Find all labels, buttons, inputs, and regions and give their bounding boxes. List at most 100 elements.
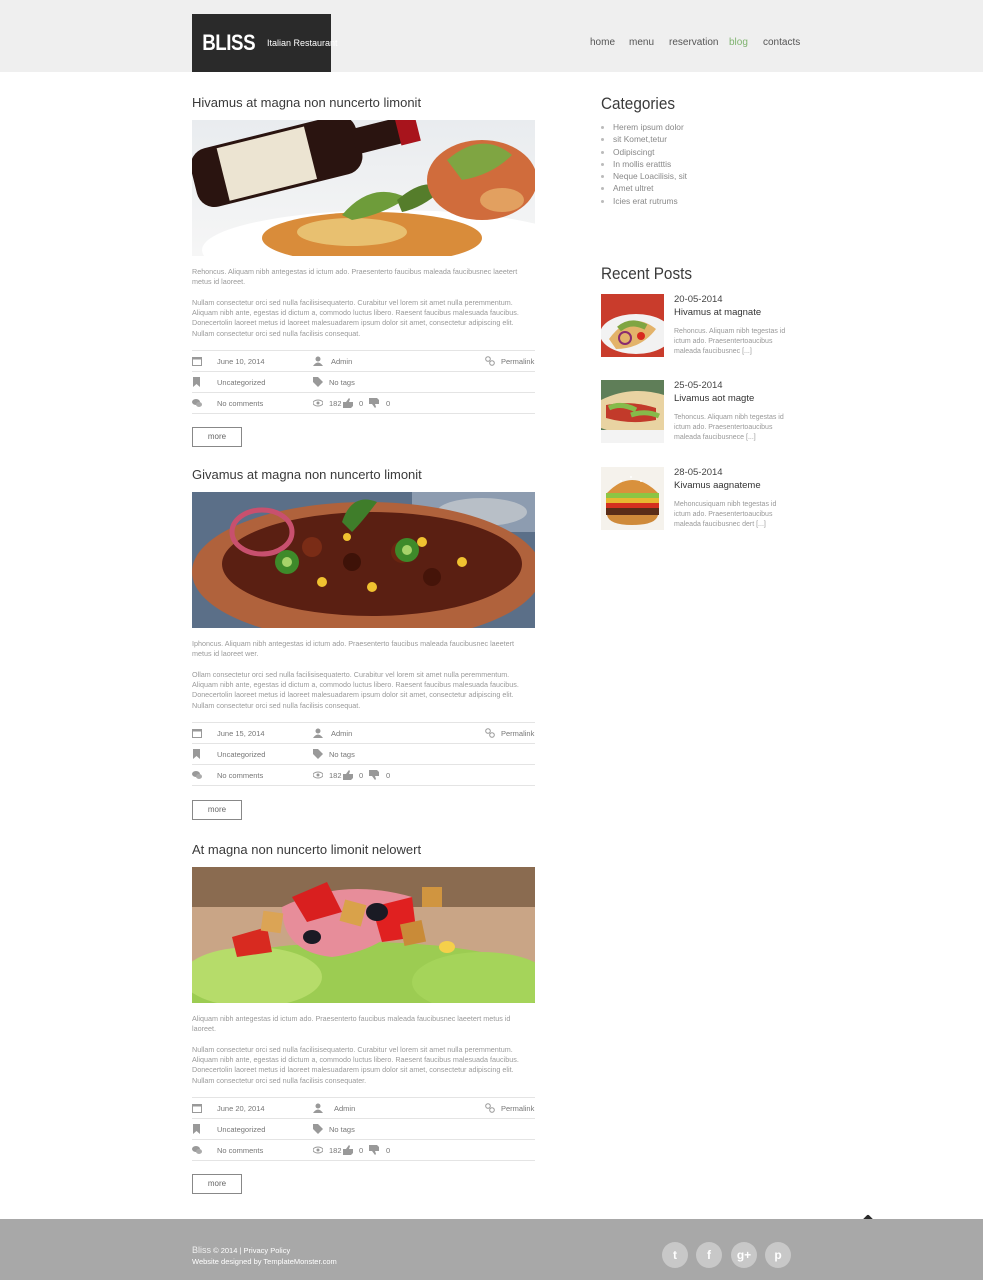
category-item[interactable]: Herem ipsum dolor	[601, 121, 791, 133]
category-item[interactable]: In mollis eratttis	[601, 158, 791, 170]
thumbs-up-icon[interactable]	[343, 398, 353, 408]
post-views: 182	[329, 771, 342, 780]
post-image-chili[interactable]	[192, 492, 535, 628]
post-excerpt-body: Nullam consectetur orci sed nulla facili…	[192, 298, 519, 338]
recent-post-thumb-wrap[interactable]	[601, 294, 664, 357]
more-button[interactable]: more	[192, 1174, 242, 1194]
post-permalink[interactable]: Permalink	[501, 357, 534, 366]
thumbs-down-icon[interactable]	[369, 398, 379, 408]
post-date: June 20, 2014	[217, 1104, 265, 1113]
post-author[interactable]: Admin	[331, 729, 352, 738]
post-author[interactable]: Admin	[334, 1104, 355, 1113]
post-title[interactable]: Givamus at magna non nuncerto limonit	[192, 467, 535, 482]
category-item[interactable]: Icies erat rutrums	[601, 195, 791, 207]
post-author[interactable]: Admin	[331, 357, 352, 366]
comments-icon	[192, 1146, 202, 1154]
category-item[interactable]: sit Komet,tetur	[601, 133, 791, 145]
post-comments[interactable]: No comments	[217, 399, 263, 408]
tag-icon	[313, 377, 323, 387]
thumbs-down-icon[interactable]	[369, 770, 379, 780]
eye-icon	[313, 771, 323, 779]
post-comments[interactable]: No comments	[217, 771, 263, 780]
footer-designer-credit[interactable]: Website designed by TemplateMonster.com	[192, 1257, 337, 1266]
privacy-policy-link[interactable]: Privacy Policy	[244, 1246, 291, 1255]
post-permalink[interactable]: Permalink	[501, 1104, 534, 1113]
recent-post[interactable]: 25-05-2014 Livamus aot magte Tehoncus. A…	[601, 380, 796, 444]
meta-row-date: June 20, 2014 Admin Permalink	[192, 1098, 535, 1119]
post-permalink[interactable]: Permalink	[501, 729, 534, 738]
category-item[interactable]: Amet ultret	[601, 182, 791, 194]
recent-post[interactable]: 28-05-2014 Kivamus aagnateme Mehoncusiqu…	[601, 467, 796, 531]
category-item[interactable]: Neque Loacilisis, sit	[601, 170, 791, 182]
facebook-icon[interactable]: f	[696, 1242, 722, 1268]
blog-post: Hivamus at magna non nuncerto limonit Re…	[192, 95, 535, 450]
more-button[interactable]: more	[192, 427, 242, 447]
logo-name: BLISS	[202, 30, 256, 55]
logo-tagline: Italian Restaurant	[267, 38, 338, 48]
post-likes: 0	[359, 399, 364, 408]
link-icon	[485, 728, 495, 738]
recent-post-date: 20-05-2014	[674, 294, 723, 305]
post-tags: No tags	[329, 1125, 355, 1134]
comments-icon	[192, 399, 202, 407]
footer-copyright: Bliss © 2014 | Privacy Policy	[192, 1245, 290, 1255]
tag-icon	[313, 749, 323, 759]
post-likes: 0	[359, 771, 364, 780]
meta-row-date: June 10, 2014 Admin Permalink	[192, 351, 535, 372]
google-plus-icon[interactable]: g+	[731, 1242, 757, 1268]
post-image-pasta[interactable]	[192, 120, 535, 256]
meta-row-category: Uncategorized No tags	[192, 372, 535, 393]
post-meta: June 20, 2014 Admin Permalink Uncategori…	[192, 1097, 535, 1161]
recent-post-excerpt: Tehoncus. Aliquam nibh tegestas id ictum…	[674, 414, 784, 441]
meta-row-date: June 15, 2014 Admin Permalink	[192, 723, 535, 744]
post-date: June 15, 2014	[217, 729, 265, 738]
nav-menu[interactable]: menu	[629, 37, 654, 48]
recent-post-excerpt: Rehoncus. Aliquam nibh tegestas id ictum…	[674, 328, 786, 355]
nav-reservation[interactable]: reservation	[669, 37, 718, 48]
calendar-icon	[192, 357, 202, 366]
twitter-icon[interactable]: t	[662, 1242, 688, 1268]
recent-post[interactable]: 20-05-2014 Hivamus at magnate Rehoncus. …	[601, 294, 796, 358]
post-category[interactable]: Uncategorized	[217, 378, 265, 387]
post-comments[interactable]: No comments	[217, 1146, 263, 1155]
categories-heading: Categories	[601, 94, 675, 113]
recent-post-title[interactable]: Kivamus aagnateme	[674, 480, 761, 491]
logo[interactable]: BLISS Italian Restaurant	[192, 14, 338, 72]
recent-post-date: 25-05-2014	[674, 380, 723, 391]
post-views: 182	[329, 1146, 342, 1155]
recent-post-thumb-burger[interactable]	[601, 467, 664, 530]
user-icon	[313, 356, 323, 366]
recent-post-title[interactable]: Livamus aot magte	[674, 393, 754, 404]
blog-post: At magna non nuncerto limonit nelowert A…	[192, 842, 535, 1197]
nav-contacts[interactable]: contacts	[763, 37, 800, 48]
post-meta: June 15, 2014 Admin Permalink Uncategori…	[192, 722, 535, 786]
more-button[interactable]: more	[192, 800, 242, 820]
nav-blog[interactable]: blog	[729, 37, 748, 48]
meta-row-category: Uncategorized No tags	[192, 1119, 535, 1140]
post-image-salad[interactable]	[192, 867, 535, 1003]
post-tags: No tags	[329, 378, 355, 387]
thumbs-up-icon[interactable]	[343, 770, 353, 780]
post-dislikes: 0	[386, 399, 391, 408]
bookmark-icon	[193, 1124, 200, 1134]
post-dislikes: 0	[386, 1146, 391, 1155]
post-title[interactable]: Hivamus at magna non nuncerto limonit	[192, 95, 535, 110]
pinterest-icon[interactable]: p	[765, 1242, 791, 1268]
recent-post-thumb-tortilla[interactable]	[601, 380, 664, 443]
site-footer: Bliss © 2014 | Privacy Policy Website de…	[0, 1219, 983, 1280]
recent-post-title[interactable]: Hivamus at magnate	[674, 307, 761, 318]
main-nav: home menu reservation blog contacts	[580, 37, 800, 51]
post-title[interactable]: At magna non nuncerto limonit nelowert	[192, 842, 535, 857]
recent-post-excerpt: Mehoncusiquam nibh tegestas id ictum ado…	[674, 501, 777, 528]
category-item[interactable]: Odipiscingt	[601, 146, 791, 158]
thumbs-up-icon[interactable]	[343, 1145, 353, 1155]
nav-home[interactable]: home	[590, 37, 615, 48]
post-excerpt-intro: Iphoncus. Aliquam nibh antegestas id ict…	[192, 639, 515, 659]
thumbs-down-icon[interactable]	[369, 1145, 379, 1155]
link-icon	[485, 1103, 495, 1113]
eye-icon	[313, 399, 323, 407]
footer-copyright-text: © 2014 |	[213, 1246, 242, 1255]
post-category[interactable]: Uncategorized	[217, 1125, 265, 1134]
post-category[interactable]: Uncategorized	[217, 750, 265, 759]
meta-row-comments: No comments 182 0 0	[192, 393, 535, 414]
